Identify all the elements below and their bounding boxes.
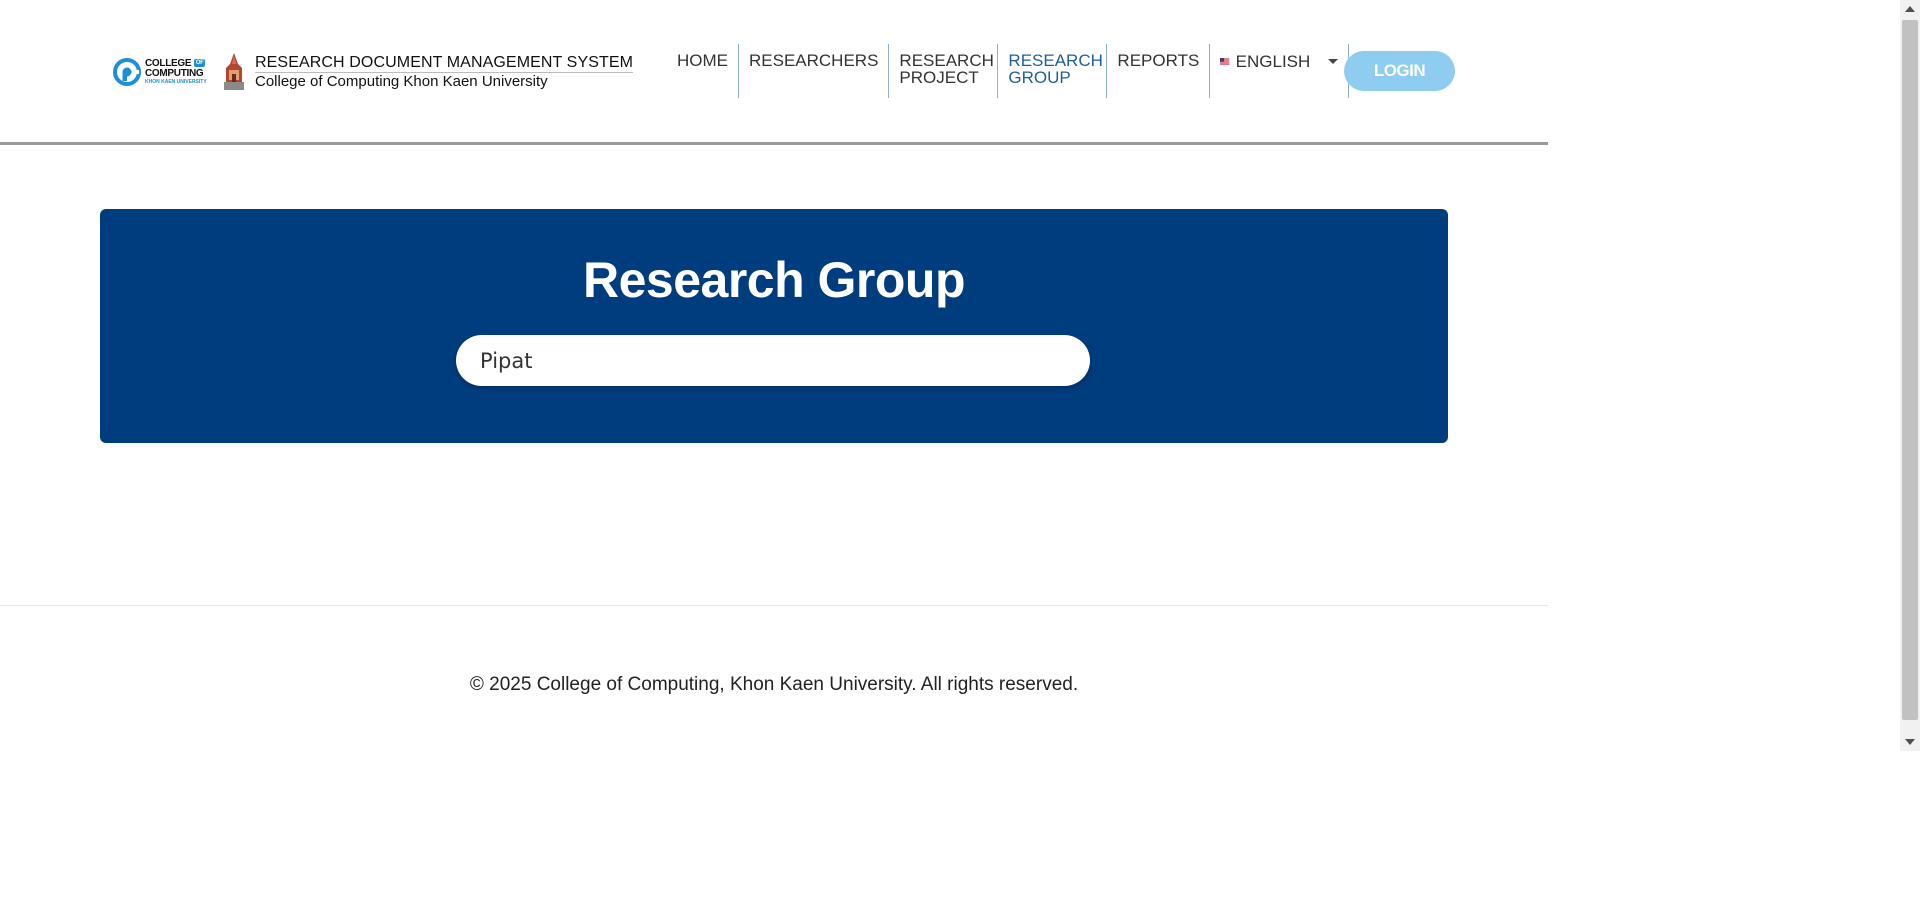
language-label: ENGLISH xyxy=(1235,52,1311,71)
language-selector[interactable]: ENGLISH xyxy=(1210,44,1350,98)
logo-of-badge: OF xyxy=(193,58,206,67)
brand-title: RESEARCH DOCUMENT MANAGEMENT SYSTEM xyxy=(255,54,634,73)
site-footer: © 2025 College of Computing, Khon Kaen U… xyxy=(0,605,1548,751)
brand-subtitle: College of Computing Khon Kaen Universit… xyxy=(255,73,548,90)
page-title: Research Group xyxy=(582,252,966,308)
brand-text: RESEARCH DOCUMENT MANAGEMENT SYSTEM Coll… xyxy=(255,54,634,90)
site-header: COLLEGE OF COMPUTING KHON KAEN UNIVERSIT… xyxy=(0,0,1548,145)
logo-line-university: KHON KAEN UNIVERSITY xyxy=(145,78,207,85)
logo-line-computing: COMPUTING xyxy=(145,67,204,79)
scrollbar-thumb[interactable] xyxy=(1902,20,1918,720)
search-input[interactable] xyxy=(456,335,1090,386)
college-of-computing-logo: COLLEGE OF COMPUTING KHON KAEN UNIVERSIT… xyxy=(113,52,213,92)
college-logo-mark-icon xyxy=(113,58,141,86)
chevron-down-icon xyxy=(1328,59,1339,64)
kku-emblem-icon xyxy=(224,53,244,90)
brand[interactable]: COLLEGE OF COMPUTING KHON KAEN UNIVERSIT… xyxy=(113,52,634,92)
us-flag-icon xyxy=(1220,58,1230,65)
nav-researchers[interactable]: RESEARCHERS xyxy=(739,44,890,98)
nav-research-project[interactable]: RESEARCH PROJECT xyxy=(889,44,999,98)
research-group-banner: Research Group xyxy=(100,209,1448,443)
nav-home[interactable]: HOME xyxy=(667,44,739,98)
vertical-scrollbar[interactable] xyxy=(1900,0,1920,751)
college-logo-text: COLLEGE OF COMPUTING KHON KAEN UNIVERSIT… xyxy=(145,57,207,86)
copyright-text: © 2025 College of Computing, Khon Kaen U… xyxy=(469,674,1079,695)
login-button[interactable]: LOGIN xyxy=(1344,51,1455,91)
scroll-down-arrow-icon[interactable] xyxy=(1900,733,1920,751)
scroll-up-arrow-icon[interactable] xyxy=(1900,0,1920,18)
logo-line-college: COLLEGE xyxy=(145,57,192,69)
main-nav: HOME RESEARCHERS RESEARCH PROJECT RESEAR… xyxy=(667,44,1350,98)
nav-reports[interactable]: REPORTS xyxy=(1107,44,1211,98)
page: COLLEGE OF COMPUTING KHON KAEN UNIVERSIT… xyxy=(0,0,1548,751)
nav-research-group[interactable]: RESEARCH GROUP xyxy=(998,44,1108,98)
